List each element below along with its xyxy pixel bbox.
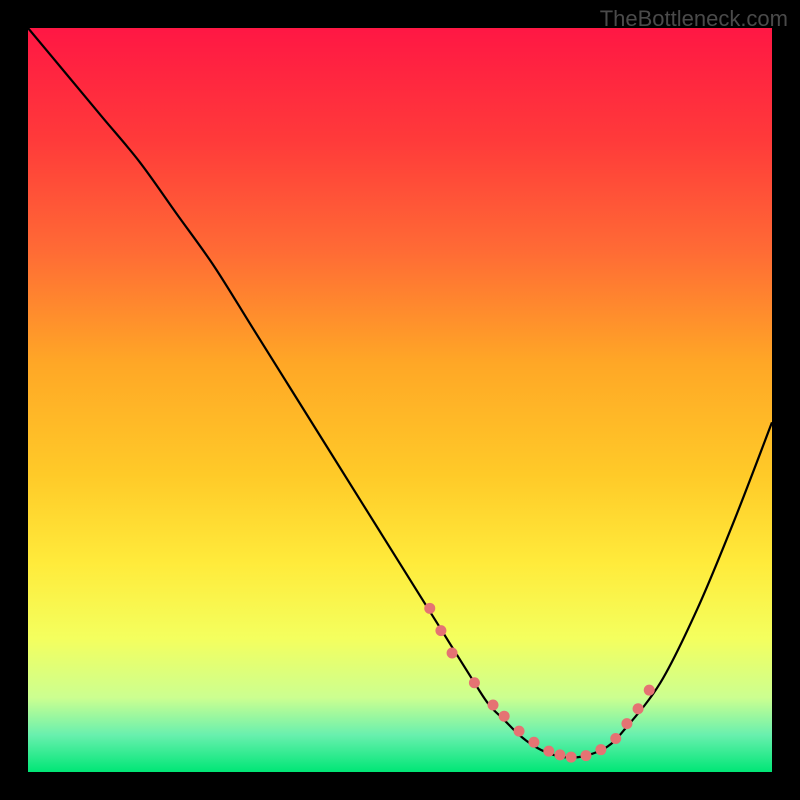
bottleneck-curve [28, 28, 772, 758]
chart-area [28, 28, 772, 772]
marker-point [424, 603, 435, 614]
marker-point [543, 746, 554, 757]
marker-point [514, 726, 525, 737]
watermark-text: TheBottleneck.com [600, 6, 788, 32]
marker-point [621, 718, 632, 729]
marker-point [633, 703, 644, 714]
marker-point [566, 752, 577, 763]
marker-point [447, 647, 458, 658]
marker-point [595, 744, 606, 755]
marker-point [499, 711, 510, 722]
marker-point [554, 749, 565, 760]
marker-point [435, 625, 446, 636]
marker-point [610, 733, 621, 744]
highlight-markers [424, 603, 654, 763]
marker-point [644, 685, 655, 696]
marker-point [528, 737, 539, 748]
marker-point [488, 700, 499, 711]
marker-point [469, 677, 480, 688]
curve-overlay [28, 28, 772, 772]
marker-point [581, 750, 592, 761]
